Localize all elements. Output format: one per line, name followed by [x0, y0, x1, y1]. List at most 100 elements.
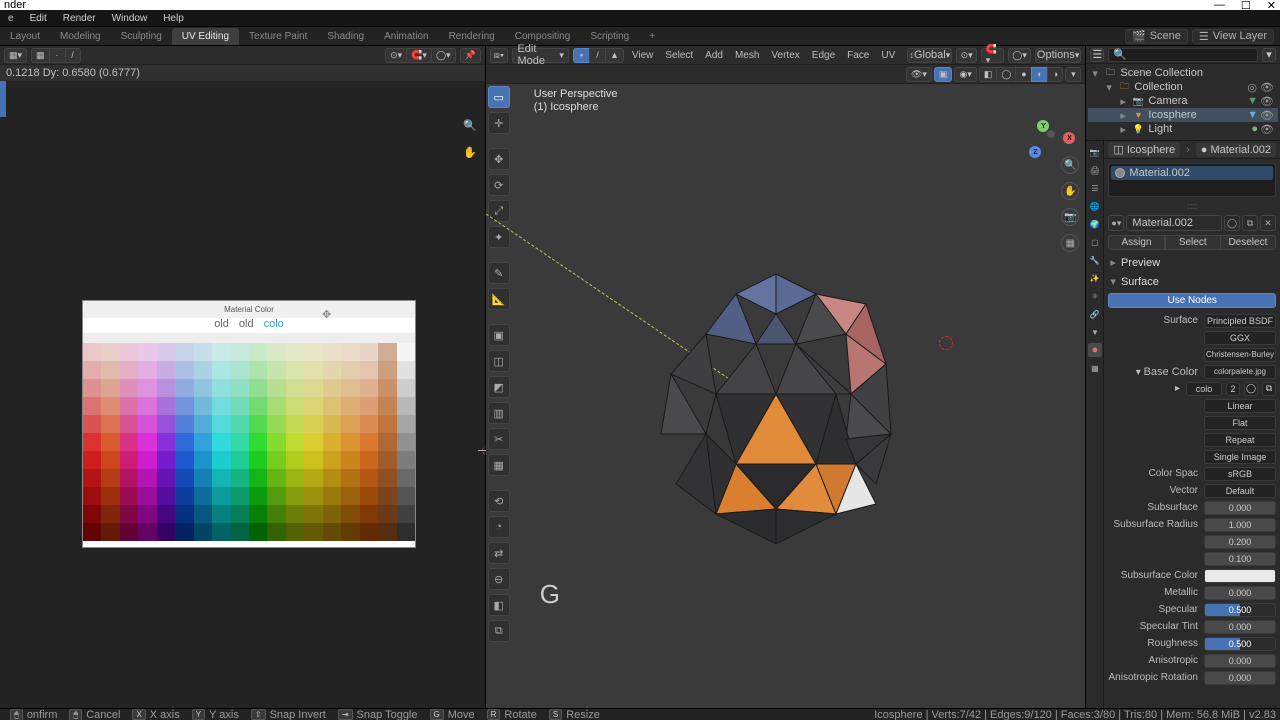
- specular-value[interactable]: 0.500: [1204, 603, 1276, 617]
- proportional-icon[interactable]: ◯▾: [431, 48, 456, 63]
- nav-gizmo[interactable]: X Y Z: [1027, 110, 1077, 160]
- proportional-icon[interactable]: ◯▾: [1008, 48, 1031, 63]
- tab-sculpting[interactable]: Sculpting: [111, 28, 172, 45]
- panel-preview[interactable]: ▸Preview: [1104, 253, 1280, 272]
- tool-cursor[interactable]: ✛: [488, 112, 510, 134]
- overlay-icon[interactable]: ◉▾: [954, 67, 976, 82]
- uv-sel-vert-icon[interactable]: ·: [49, 48, 65, 63]
- tab-scene-icon[interactable]: 🌐: [1088, 199, 1102, 213]
- distribution-selector[interactable]: GGX: [1204, 331, 1276, 345]
- material-slot[interactable]: Material.002: [1111, 166, 1273, 180]
- specular-tint-value[interactable]: 0.000: [1204, 620, 1276, 634]
- snap-toggle-icon[interactable]: 🧲▾: [981, 48, 1005, 63]
- tool-transform[interactable]: ✦: [488, 226, 510, 248]
- tool-extrude[interactable]: ▣: [488, 324, 510, 346]
- vector-input[interactable]: Default: [1204, 484, 1276, 498]
- viewlayer-selector[interactable]: ☰View Layer: [1192, 29, 1274, 44]
- assign-button[interactable]: Assign: [1108, 235, 1164, 250]
- tool-select-box[interactable]: ▭: [488, 86, 510, 108]
- tab-particles-icon[interactable]: ✨: [1088, 271, 1102, 285]
- select-edge-icon[interactable]: /: [589, 48, 605, 63]
- tab-texture-icon[interactable]: ▦: [1088, 361, 1102, 375]
- tab-constraints-icon[interactable]: 🔗: [1088, 307, 1102, 321]
- menu-add[interactable]: Add: [701, 50, 727, 61]
- menu-mesh[interactable]: Mesh: [731, 50, 763, 61]
- visibility-icon[interactable]: 👁▾: [906, 67, 932, 82]
- material-browse-icon[interactable]: ●▾: [1108, 215, 1124, 231]
- subsurface-value[interactable]: 0.000: [1204, 501, 1276, 515]
- material-slots[interactable]: Material.002: [1108, 163, 1276, 197]
- tool-shear[interactable]: ◧: [488, 594, 510, 616]
- tab-layout[interactable]: Layout: [0, 28, 50, 45]
- shading-render-icon[interactable]: ◑: [1047, 67, 1063, 82]
- tool-rotate[interactable]: ⟳: [488, 174, 510, 196]
- tab-texture-paint[interactable]: Texture Paint: [239, 28, 317, 45]
- sss-method-selector[interactable]: Christensen-Burley: [1204, 348, 1276, 362]
- tool-rip[interactable]: ⧉: [488, 620, 510, 642]
- tool-inset[interactable]: ◫: [488, 350, 510, 372]
- uv-sync-icon[interactable]: ▦: [31, 48, 49, 63]
- material-unlink-icon[interactable]: ✕: [1260, 215, 1276, 231]
- menu-select[interactable]: Select: [661, 50, 697, 61]
- tree-item-icosphere[interactable]: Icosphere: [1148, 109, 1196, 121]
- tool-edge-slide[interactable]: ⇄: [488, 542, 510, 564]
- base-color-texture[interactable]: colorpalete.jpg: [1204, 365, 1276, 379]
- surface-shader-selector[interactable]: Principled BSDF: [1204, 314, 1276, 328]
- shading-matprev-icon[interactable]: ◐: [1031, 67, 1047, 82]
- filter-icon[interactable]: ▾: [1262, 48, 1276, 62]
- outliner-tree[interactable]: ▾🗀Scene Collection ▾🗀Collection◎ 👁 ▸📷Cam…: [1086, 64, 1280, 138]
- snap-icon[interactable]: 🧲▾: [406, 48, 431, 63]
- uv-view[interactable]: Material Color old old colo ✥ 🔍 ✋: [0, 81, 485, 708]
- select-vert-icon[interactable]: ▪: [573, 48, 589, 63]
- axis-z-icon[interactable]: Z: [1029, 146, 1041, 158]
- tab-physics-icon[interactable]: ⚛: [1088, 289, 1102, 303]
- tab-modifier-icon[interactable]: 🔧: [1088, 253, 1102, 267]
- projection-selector[interactable]: Flat: [1204, 416, 1276, 430]
- material-new-icon[interactable]: ◯: [1224, 215, 1240, 231]
- tab-uv-editing[interactable]: UV Editing: [172, 28, 239, 45]
- source-selector[interactable]: Single Image: [1204, 450, 1276, 464]
- zoom-icon[interactable]: 🔍: [462, 117, 479, 134]
- tool-measure[interactable]: 📐: [488, 288, 510, 310]
- tab-modeling[interactable]: Modeling: [50, 28, 111, 45]
- tab-scripting[interactable]: Scripting: [580, 28, 639, 45]
- pan-icon[interactable]: ✋: [462, 144, 479, 161]
- gizmo-icon[interactable]: ▣: [934, 67, 953, 82]
- menu-uv[interactable]: UV: [877, 50, 899, 61]
- select-face-icon[interactable]: ▲: [605, 48, 624, 63]
- material-copy-icon[interactable]: ⧉: [1242, 215, 1258, 231]
- select-button[interactable]: Select: [1165, 235, 1221, 250]
- tool-knife[interactable]: ✂: [488, 428, 510, 450]
- sss-color-swatch[interactable]: [1204, 569, 1276, 583]
- material-name-field[interactable]: Material.002: [1126, 215, 1222, 231]
- tool-smooth[interactable]: ◔: [488, 516, 510, 538]
- tab-render-icon[interactable]: 📷: [1088, 145, 1102, 159]
- tex-name-field[interactable]: colo: [1186, 382, 1222, 396]
- use-nodes-button[interactable]: Use Nodes: [1108, 293, 1276, 308]
- zoom-icon[interactable]: 🔍: [1061, 156, 1079, 174]
- menu-item[interactable]: Edit: [22, 13, 55, 24]
- editor-type-selector[interactable]: ⧈▾: [490, 48, 509, 63]
- tab-output-icon[interactable]: 🖨: [1088, 163, 1102, 177]
- tool-move[interactable]: ✥: [488, 148, 510, 170]
- anisotropic-rotation-value[interactable]: 0.000: [1204, 671, 1276, 685]
- tab-compositing[interactable]: Compositing: [505, 28, 581, 45]
- pivot-icon[interactable]: ⊙▾: [385, 48, 406, 63]
- outliner-search[interactable]: 🔍: [1108, 48, 1258, 62]
- tab-data-icon[interactable]: ▼: [1088, 325, 1102, 339]
- colorspace-selector[interactable]: sRGB: [1204, 467, 1276, 481]
- sss-radius-x[interactable]: 1.000: [1204, 518, 1276, 532]
- menu-face[interactable]: Face: [843, 50, 873, 61]
- shading-wire-icon[interactable]: ◯: [996, 67, 1015, 82]
- crumb-material[interactable]: ● Material.002: [1196, 143, 1276, 157]
- tex-unlink-icon[interactable]: ⧉: [1262, 382, 1276, 396]
- tab-rendering[interactable]: Rendering: [439, 28, 505, 45]
- sss-radius-z[interactable]: 0.100: [1204, 552, 1276, 566]
- tool-spin[interactable]: ⟲: [488, 490, 510, 512]
- viewport-3d[interactable]: ▭ ✛ ✥ ⟳ ⤢ ✦ ✎ 📐 ▣ ◫ ◩ ▥ ✂ ▦ ⟲ ◔ ⇄: [486, 84, 1086, 708]
- scene-selector[interactable]: 🎬Scene: [1125, 29, 1188, 44]
- roughness-value[interactable]: 0.500: [1204, 637, 1276, 651]
- panel-surface[interactable]: ▾Surface: [1104, 272, 1280, 291]
- image-pin-icon[interactable]: 📌: [460, 48, 481, 63]
- mode-selector[interactable]: Edit Mode ▾: [512, 48, 569, 63]
